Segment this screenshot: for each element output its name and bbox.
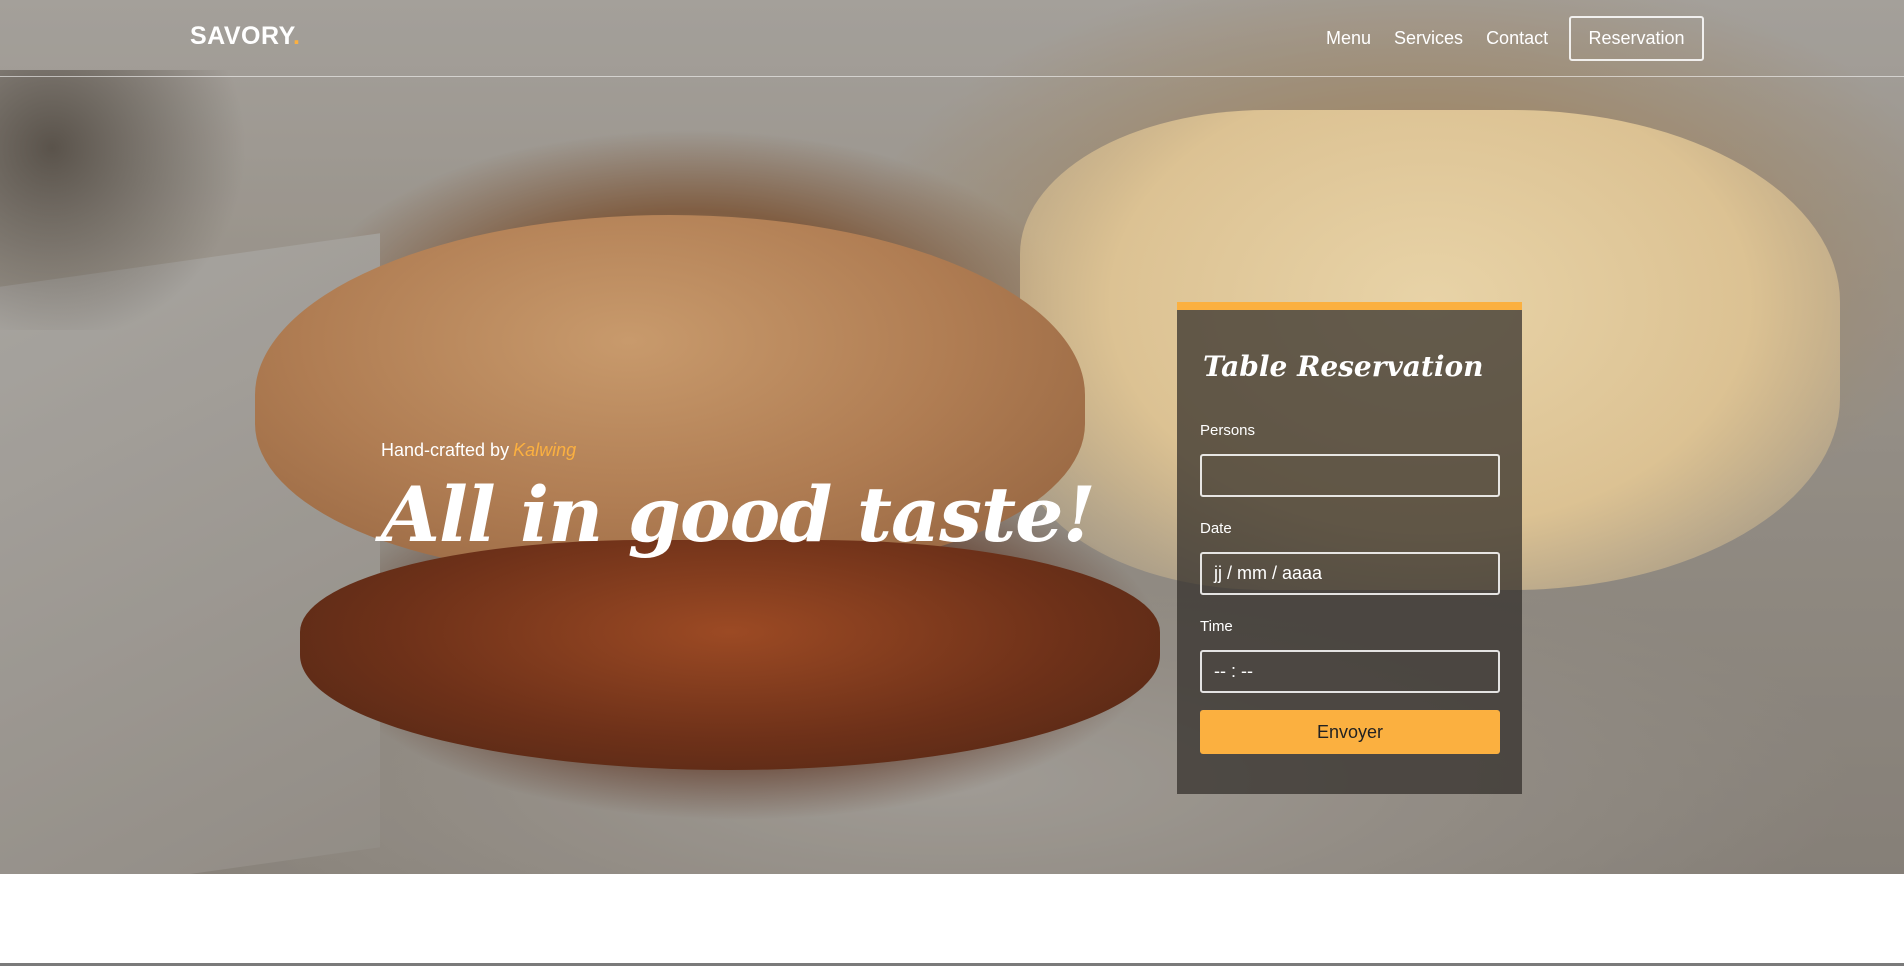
brand-logo[interactable]: SAVORY.	[190, 22, 300, 51]
date-input[interactable]: jj / mm / aaaa	[1200, 552, 1500, 595]
time-label: Time	[1200, 618, 1233, 635]
hero-background-filling	[300, 540, 1160, 770]
persons-label: Persons	[1200, 422, 1256, 439]
hero-tagline-author[interactable]: Kalwing	[513, 440, 576, 460]
submit-button[interactable]: Envoyer	[1200, 710, 1500, 754]
hero-section	[0, 0, 1904, 874]
date-label: Date	[1200, 520, 1232, 537]
brand-name: SAVORY	[190, 22, 294, 50]
hero-text-block: Hand-crafted by Kalwing All in good taste…	[381, 440, 1096, 559]
nav-link-contact[interactable]: Contact	[1486, 28, 1548, 49]
hero-background-shadow	[0, 70, 260, 330]
form-title: Table Reservation	[1203, 350, 1484, 383]
hero-headline: All in good taste!	[381, 470, 1096, 559]
persons-input[interactable]	[1200, 454, 1500, 497]
time-input[interactable]: -- : --	[1200, 650, 1500, 693]
hero-tagline: Hand-crafted by Kalwing	[381, 440, 1095, 461]
brand-dot: .	[293, 22, 301, 50]
nav-reservation-button[interactable]: Reservation	[1569, 16, 1704, 61]
table-reservation-form: Table Reservation Persons Date jj / mm /…	[1177, 302, 1522, 794]
top-navbar: SAVORY. Menu Services Contact Reservatio…	[0, 0, 1904, 77]
nav-link-menu[interactable]: Menu	[1326, 28, 1371, 49]
nav-links: Menu Services Contact	[1326, 0, 1571, 77]
nav-link-services[interactable]: Services	[1394, 28, 1463, 49]
hero-tagline-prefix: Hand-crafted by	[381, 440, 510, 460]
